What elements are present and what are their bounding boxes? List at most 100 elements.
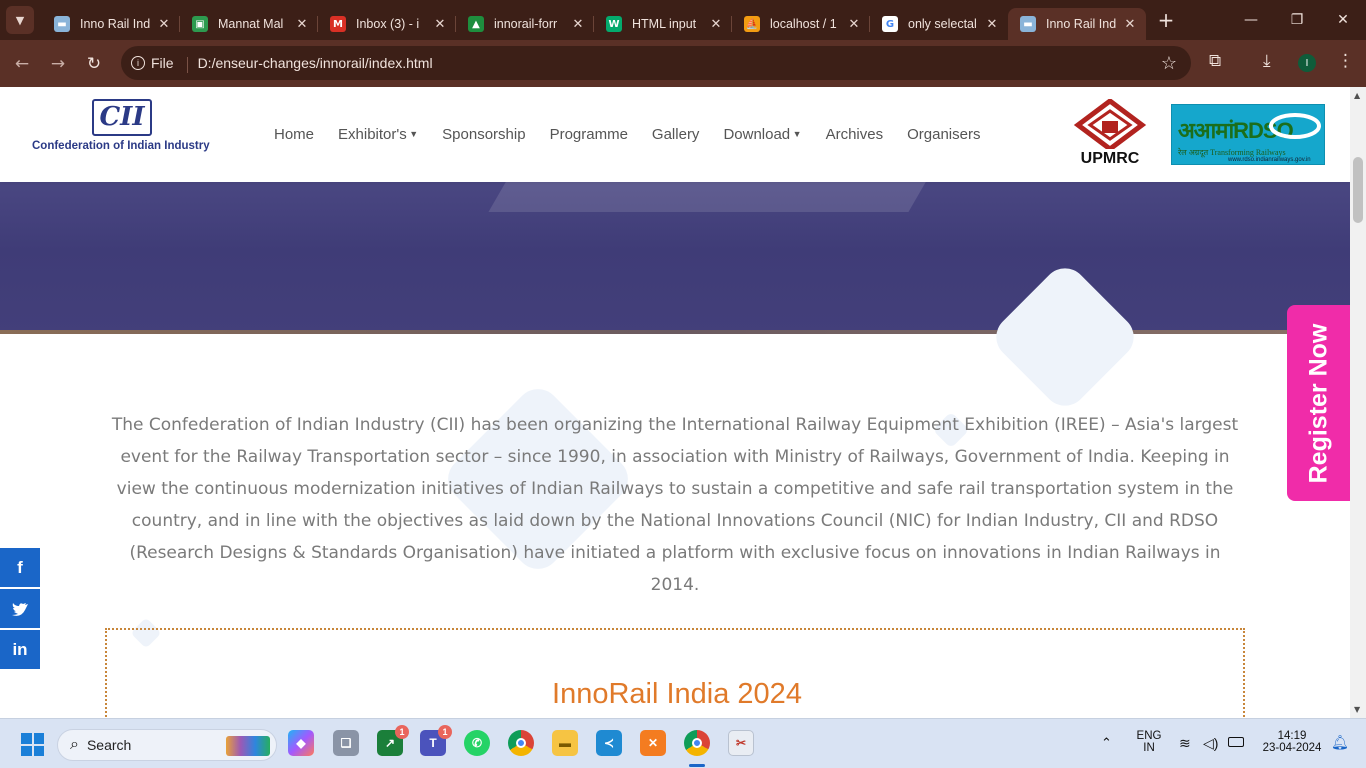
web-page: CII Confederation of Indian Industry Hom… — [0, 87, 1350, 718]
rdso-swoosh-icon — [1269, 113, 1321, 139]
site-info-chip[interactable]: i File — [131, 55, 188, 73]
rail-favicon-icon: ▬ — [1020, 16, 1036, 32]
file-explorer-icon[interactable]: ▬ — [552, 730, 578, 756]
books-icon — [226, 736, 270, 756]
scrollbar-thumb[interactable] — [1353, 157, 1363, 223]
rdso-logo[interactable]: अआमांRDSO रेल अग्रदूत Transforming Railw… — [1171, 104, 1325, 165]
chrome-icon[interactable] — [508, 730, 534, 756]
tab-google[interactable]: G only selectal ✕ — [870, 8, 1008, 40]
close-icon[interactable]: ✕ — [432, 17, 448, 32]
vscode-icon[interactable]: ≺ — [596, 730, 622, 756]
nav-archives[interactable]: Archives — [826, 126, 884, 143]
forward-button[interactable]: → — [40, 54, 76, 74]
taskbar-search[interactable]: ⌕ Search — [57, 729, 277, 761]
teams-icon[interactable]: T1 — [420, 725, 452, 756]
page-scrollbar[interactable]: ▲ ▼ — [1350, 87, 1366, 718]
close-icon[interactable]: ✕ — [1122, 17, 1138, 32]
tab-inno-rail-active[interactable]: ▬ Inno Rail Ind ✕ — [1008, 8, 1146, 40]
site-header: CII Confederation of Indian Industry Hom… — [0, 87, 1350, 182]
close-window-button[interactable]: ✕ — [1320, 0, 1366, 40]
close-icon[interactable]: ✕ — [984, 17, 1000, 32]
close-icon[interactable]: ✕ — [156, 17, 172, 32]
notification-bell-icon[interactable]: 🔔︎ — [1331, 734, 1349, 751]
tab-inbox[interactable]: M Inbox (3) - i ✕ — [318, 8, 456, 40]
rdso-url: www.rdso.indianrailways.gov.in — [1228, 157, 1311, 163]
tab-title: localhost / 1 — [770, 17, 837, 31]
tab-w3schools[interactable]: W HTML input ✕ — [594, 8, 732, 40]
snipping-tool-icon[interactable]: ✂ — [728, 730, 754, 756]
cii-logo-mark: CII — [92, 99, 152, 136]
task-view-icon[interactable]: ❏ — [333, 730, 359, 756]
tab-title: Inno Rail Ind — [1046, 17, 1117, 31]
section-title: InnoRail India 2024 — [552, 678, 802, 710]
restore-button[interactable]: ❐ — [1274, 0, 1320, 40]
volume-icon[interactable]: ◁) — [1203, 735, 1218, 752]
browser-menu-icon[interactable]: ⋮ — [1337, 51, 1354, 71]
chat-favicon-icon: ▣ — [192, 16, 208, 32]
windows-start-icon[interactable] — [21, 733, 44, 756]
tab-title: Inno Rail Ind — [80, 17, 151, 31]
nav-exhibitors[interactable]: Exhibitor's ▼ — [338, 126, 418, 143]
nav-sponsorship[interactable]: Sponsorship — [442, 126, 525, 143]
facebook-icon: f — [17, 557, 23, 577]
tab-inno-rail-1[interactable]: ▬ Inno Rail Ind ✕ — [42, 8, 180, 40]
upmrc-text: UPMRC — [1080, 150, 1140, 167]
close-icon[interactable]: ✕ — [708, 17, 724, 32]
nav-gallery[interactable]: Gallery — [652, 126, 700, 143]
linkedin-button[interactable]: in — [0, 630, 40, 669]
url-text[interactable]: D:/enseur-changes/innorail/index.html — [198, 55, 433, 71]
w3schools-favicon-icon: W — [606, 16, 622, 32]
new-tab-button[interactable]: + — [1152, 6, 1180, 34]
scroll-up-icon[interactable]: ▲ — [1354, 91, 1360, 100]
google-favicon-icon: G — [882, 16, 898, 32]
nav-organisers[interactable]: Organisers — [907, 126, 980, 143]
tab-mannat[interactable]: ▣ Mannat Mal ✕ — [180, 8, 318, 40]
windows-taskbar: ⌕ Search ◆ ❏ ↗ 1 T1 ✆ ▬ ≺ ✕ ✂ ⌃ ENG IN ≋ … — [0, 718, 1366, 768]
copilot-icon[interactable]: ◆ — [288, 730, 314, 756]
nav-download[interactable]: Download ▼ — [723, 126, 801, 143]
clock[interactable]: 14:19 23-04-2024 — [1255, 730, 1329, 754]
cii-logo-text: Confederation of Indian Industry — [32, 140, 210, 152]
tab-search-button[interactable]: ▼ — [6, 6, 34, 34]
tab-drive[interactable]: ▲ innorail-forr ✕ — [456, 8, 594, 40]
info-icon: i — [131, 56, 145, 70]
clock-time: 14:19 — [1277, 730, 1307, 742]
close-icon[interactable]: ✕ — [846, 17, 862, 32]
nav-exhibitors-label: Exhibitor's — [338, 126, 407, 143]
download-icon[interactable]: ⤓ — [1263, 51, 1271, 71]
chrome-profile-icon[interactable] — [684, 730, 710, 756]
address-bar[interactable]: i File D:/enseur-changes/innorail/index.… — [121, 46, 1191, 80]
bookmark-star-icon[interactable]: ☆ — [1161, 53, 1177, 74]
extensions-icon[interactable]: ⧉ — [1209, 51, 1221, 71]
chevron-up-icon[interactable]: ⌃ — [1101, 735, 1112, 751]
close-icon[interactable]: ✕ — [294, 17, 310, 32]
minimize-button[interactable]: — — [1228, 0, 1274, 40]
upmrc-logo[interactable]: UPMRC — [1072, 97, 1148, 171]
nav-programme[interactable]: Programme — [550, 126, 628, 143]
language-indicator[interactable]: ENG IN — [1134, 730, 1164, 754]
whatsapp-icon[interactable]: ✆ — [464, 730, 490, 756]
sheets-app-icon[interactable]: ↗ 1 — [377, 725, 409, 756]
profile-avatar[interactable]: I — [1298, 54, 1316, 72]
scroll-down-icon[interactable]: ▼ — [1354, 705, 1360, 714]
phpmyadmin-favicon-icon: ⛵ — [744, 16, 760, 32]
twitter-button[interactable] — [0, 589, 40, 628]
facebook-button[interactable]: f — [0, 548, 40, 587]
caret-down-icon: ▼ — [790, 129, 802, 139]
nav-home[interactable]: Home — [274, 126, 314, 143]
tab-phpmyadmin[interactable]: ⛵ localhost / 1 ✕ — [732, 8, 870, 40]
register-now-button[interactable]: Register Now — [1287, 305, 1350, 501]
region-code: IN — [1143, 742, 1155, 754]
close-icon[interactable]: ✕ — [570, 17, 586, 32]
gmail-favicon-icon: M — [330, 16, 346, 32]
clock-date: 23-04-2024 — [1262, 742, 1322, 754]
reload-button[interactable]: ↻ — [76, 54, 112, 74]
xampp-icon[interactable]: ✕ — [640, 730, 666, 756]
rail-favicon-icon: ▬ — [54, 16, 70, 32]
nav-download-label: Download — [723, 126, 791, 143]
wifi-icon[interactable]: ≋ — [1179, 735, 1191, 752]
caret-down-icon: ▼ — [406, 129, 419, 139]
battery-icon[interactable] — [1228, 737, 1244, 747]
back-button[interactable]: ← — [4, 54, 40, 74]
tab-title: Mannat Mal — [218, 17, 284, 31]
